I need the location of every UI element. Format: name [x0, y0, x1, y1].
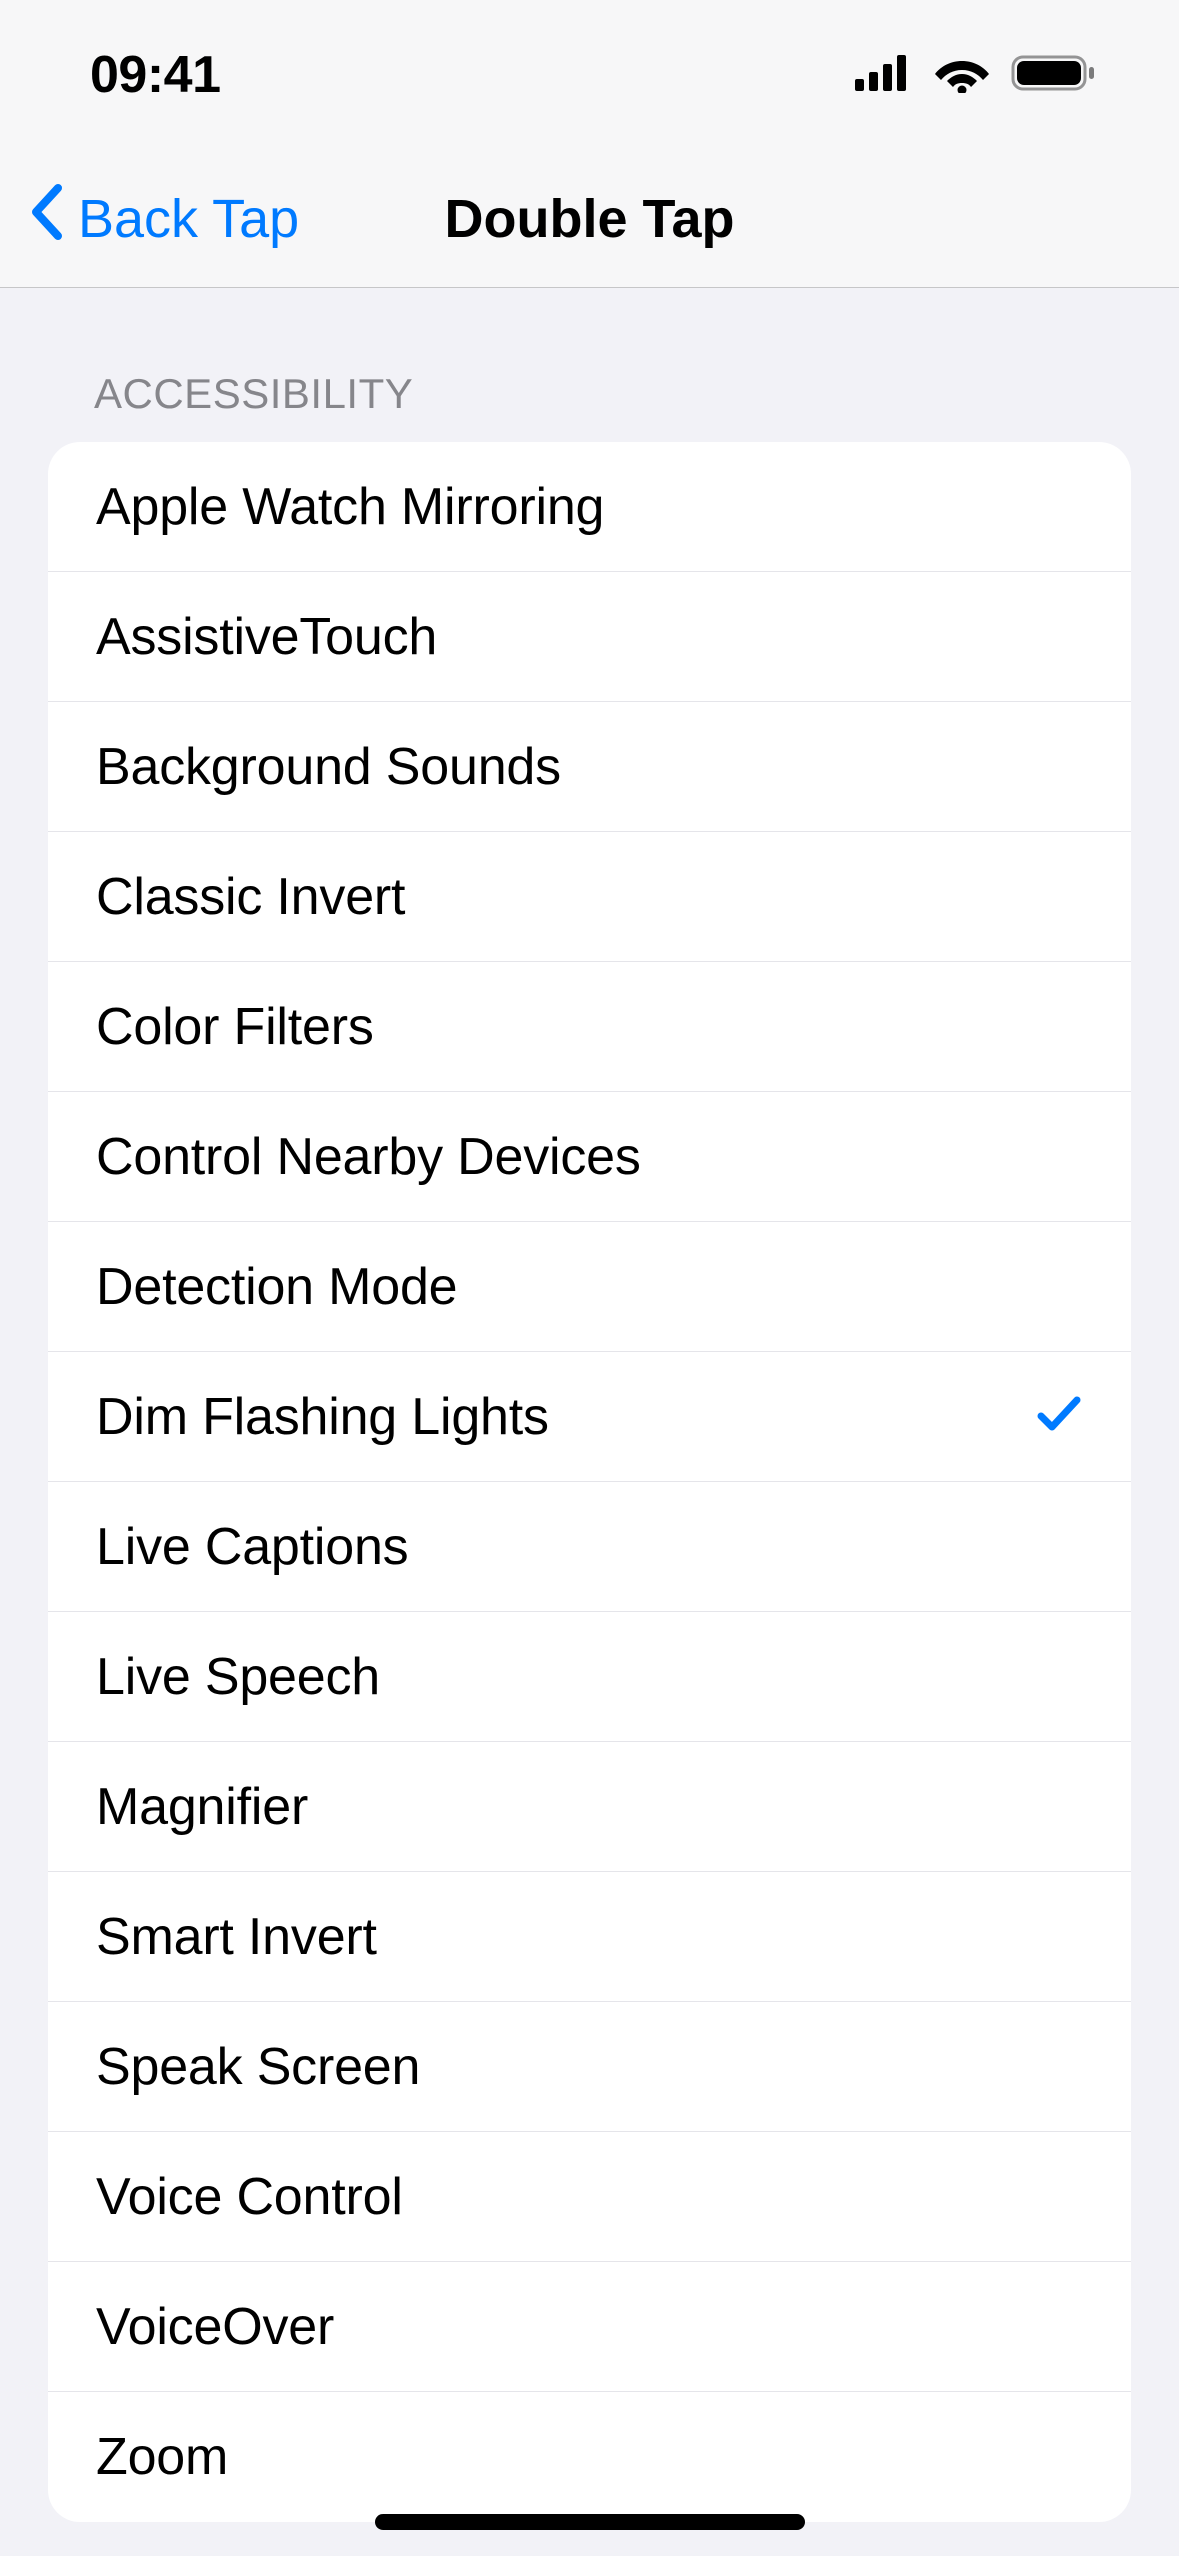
battery-icon [1011, 53, 1099, 98]
list-item-label: Classic Invert [96, 867, 405, 927]
status-bar: 09:41 [0, 0, 1179, 150]
list-group: Apple Watch Mirroring AssistiveTouch Backg… [48, 442, 1131, 2522]
list-item[interactable]: Classic Invert [48, 832, 1131, 962]
list-item[interactable]: VoiceOver [48, 2262, 1131, 2392]
list-item-label: Live Captions [96, 1517, 408, 1577]
list-item[interactable]: Magnifier [48, 1742, 1131, 1872]
list-item-label: Voice Control [96, 2167, 403, 2227]
list-item[interactable]: Live Speech [48, 1612, 1131, 1742]
list-item-label: Smart Invert [96, 1907, 377, 1967]
list-item-label: Magnifier [96, 1777, 308, 1837]
list-item-label: Apple Watch Mirroring [96, 477, 604, 537]
list-item[interactable]: Apple Watch Mirroring [48, 442, 1131, 572]
list-item-label: AssistiveTouch [96, 607, 437, 667]
list-item[interactable]: Dim Flashing Lights [48, 1352, 1131, 1482]
list-item-label: Background Sounds [96, 737, 561, 797]
nav-title: Double Tap [445, 188, 735, 250]
status-icons [855, 53, 1099, 98]
list-item-label: Zoom [96, 2427, 228, 2487]
nav-bar: Back Tap Double Tap [0, 150, 1179, 288]
list-item[interactable]: Control Nearby Devices [48, 1092, 1131, 1222]
content: Accessibility Apple Watch Mirroring Assis… [0, 288, 1179, 2522]
chevron-left-icon [28, 184, 64, 253]
list-item[interactable]: Background Sounds [48, 702, 1131, 832]
section-header: Accessibility [0, 370, 1179, 442]
list-item-label: Live Speech [96, 1647, 380, 1707]
list-item[interactable]: Color Filters [48, 962, 1131, 1092]
cellular-icon [855, 55, 913, 96]
nav-back-button[interactable]: Back Tap [0, 184, 299, 253]
list-item-label: VoiceOver [96, 2297, 334, 2357]
list-item[interactable]: Zoom [48, 2392, 1131, 2522]
list-item[interactable]: Smart Invert [48, 1872, 1131, 2002]
list-item[interactable]: AssistiveTouch [48, 572, 1131, 702]
status-time: 09:41 [90, 45, 221, 105]
list-item[interactable]: Speak Screen [48, 2002, 1131, 2132]
nav-back-label: Back Tap [78, 188, 299, 250]
list-item-label: Control Nearby Devices [96, 1127, 641, 1187]
list-item-label: Color Filters [96, 997, 374, 1057]
list-item[interactable]: Detection Mode [48, 1222, 1131, 1352]
list-item-label: Detection Mode [96, 1257, 457, 1317]
list-item-label: Speak Screen [96, 2037, 420, 2097]
list-item-label: Dim Flashing Lights [96, 1387, 549, 1447]
wifi-icon [935, 53, 989, 98]
home-indicator[interactable] [375, 2514, 805, 2530]
list-item[interactable]: Live Captions [48, 1482, 1131, 1612]
list-item[interactable]: Voice Control [48, 2132, 1131, 2262]
checkmark-icon [1035, 1392, 1083, 1441]
